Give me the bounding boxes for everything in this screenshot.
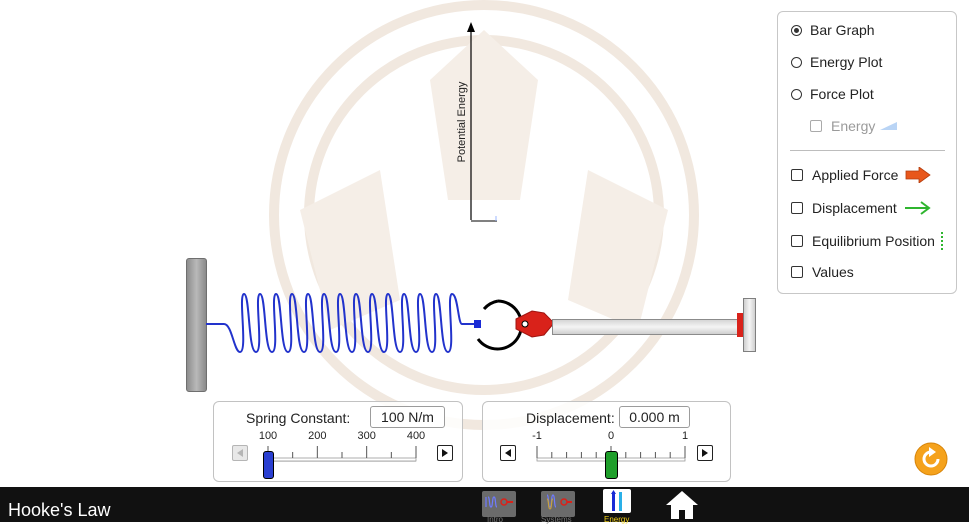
displacement-label-text: Displacement:: [526, 410, 615, 426]
reset-button[interactable]: [914, 442, 948, 476]
home-icon[interactable]: [665, 490, 699, 520]
equilibrium-position-checkbox[interactable]: Equilibrium Position: [791, 231, 945, 251]
energy-plot-label: Energy Plot: [810, 54, 883, 70]
displacement-decrease-button[interactable]: [500, 445, 516, 461]
energy-plot-radio[interactable]: Energy Plot: [791, 52, 882, 72]
orange-arrow-icon: [905, 167, 932, 183]
displacement-label: Displacement: [812, 200, 897, 216]
bar-graph-label: Bar Graph: [810, 22, 875, 38]
radio-icon[interactable]: [791, 88, 802, 100]
displacement-checkbox[interactable]: Displacement: [791, 198, 932, 218]
force-plot-label: Force Plot: [810, 86, 874, 102]
right-arrow-icon: [442, 449, 448, 457]
tick-label: 300: [357, 430, 376, 442]
green-dashed-line-icon: [940, 232, 943, 250]
checkbox-icon[interactable]: [810, 120, 822, 132]
radio-icon[interactable]: [791, 56, 802, 68]
energy-wedge-icon: [880, 122, 898, 130]
navigation-bar: Hooke's Law Intro Systems Energy: [0, 487, 969, 524]
tick-label: 0: [607, 430, 615, 442]
spring-constant-control: Spring Constant: 100 N/m 100 200 300 400: [213, 401, 463, 482]
force-plot-radio[interactable]: Force Plot: [791, 84, 874, 104]
values-label: Values: [812, 264, 854, 280]
tick-label: -1: [532, 430, 542, 442]
checkbox-icon[interactable]: [791, 235, 803, 247]
energy-tab[interactable]: [603, 489, 631, 513]
radio-selected-icon[interactable]: [791, 24, 802, 36]
tick-label: 400: [406, 430, 426, 442]
pull-rod[interactable]: [552, 319, 742, 335]
values-checkbox[interactable]: Values: [791, 262, 854, 282]
energy-label: Energy: [831, 118, 876, 134]
tick-label: 1: [681, 430, 689, 442]
displacement-increase-button[interactable]: [697, 445, 713, 461]
displacement-readout: 0.000 m: [619, 406, 690, 428]
tick-label: 100: [258, 430, 278, 442]
intro-tab[interactable]: [482, 491, 516, 517]
energy-tab-label: Energy: [604, 515, 630, 524]
checkbox-icon[interactable]: [791, 169, 803, 181]
spring-intro-icon: [485, 496, 513, 508]
systems-tab-label: Systems: [541, 515, 572, 524]
control-panel: Bar Graph Energy Plot Force Plot Energy …: [777, 11, 957, 294]
right-arrow-icon: [702, 449, 708, 457]
displacement-control: Displacement: 0.000 m -1 0 1: [482, 401, 731, 482]
rod-end-cap[interactable]: [743, 298, 756, 352]
displacement-slider-thumb[interactable]: [604, 451, 618, 479]
spring-increase-button[interactable]: [437, 445, 453, 461]
energy-bars-icon: [611, 490, 622, 511]
spring-slider-thumb[interactable]: [262, 451, 274, 479]
tick-label: 200: [308, 430, 327, 442]
spring-constant-readout: 100 N/m: [370, 406, 445, 428]
energy-checkbox[interactable]: Energy: [810, 116, 898, 136]
bar-graph-radio[interactable]: Bar Graph: [791, 20, 875, 40]
energy-graph: [467, 22, 497, 222]
spring-track[interactable]: [264, 442, 424, 466]
y-axis-label: Potential Energy: [456, 81, 468, 163]
panel-divider: [790, 150, 945, 151]
spring-decrease-button[interactable]: [232, 445, 248, 461]
applied-force-checkbox[interactable]: Applied Force: [791, 165, 932, 185]
systems-tab[interactable]: [541, 491, 575, 517]
app-title: Hooke's Law: [8, 500, 111, 520]
checkbox-icon[interactable]: [791, 266, 803, 278]
intro-tab-label: Intro: [487, 515, 504, 524]
spring: [206, 292, 481, 354]
equilibrium-position-label: Equilibrium Position: [812, 233, 935, 249]
green-arrow-icon: [904, 201, 931, 215]
hand-grabber[interactable]: [470, 293, 560, 357]
left-arrow-icon: [505, 449, 511, 457]
left-arrow-icon: [237, 449, 243, 457]
spring-systems-icon: [546, 494, 572, 510]
applied-force-label: Applied Force: [812, 167, 899, 183]
checkbox-icon[interactable]: [791, 202, 803, 214]
rod-end-red: [737, 313, 743, 337]
spring-constant-label: Spring Constant:: [246, 410, 351, 426]
